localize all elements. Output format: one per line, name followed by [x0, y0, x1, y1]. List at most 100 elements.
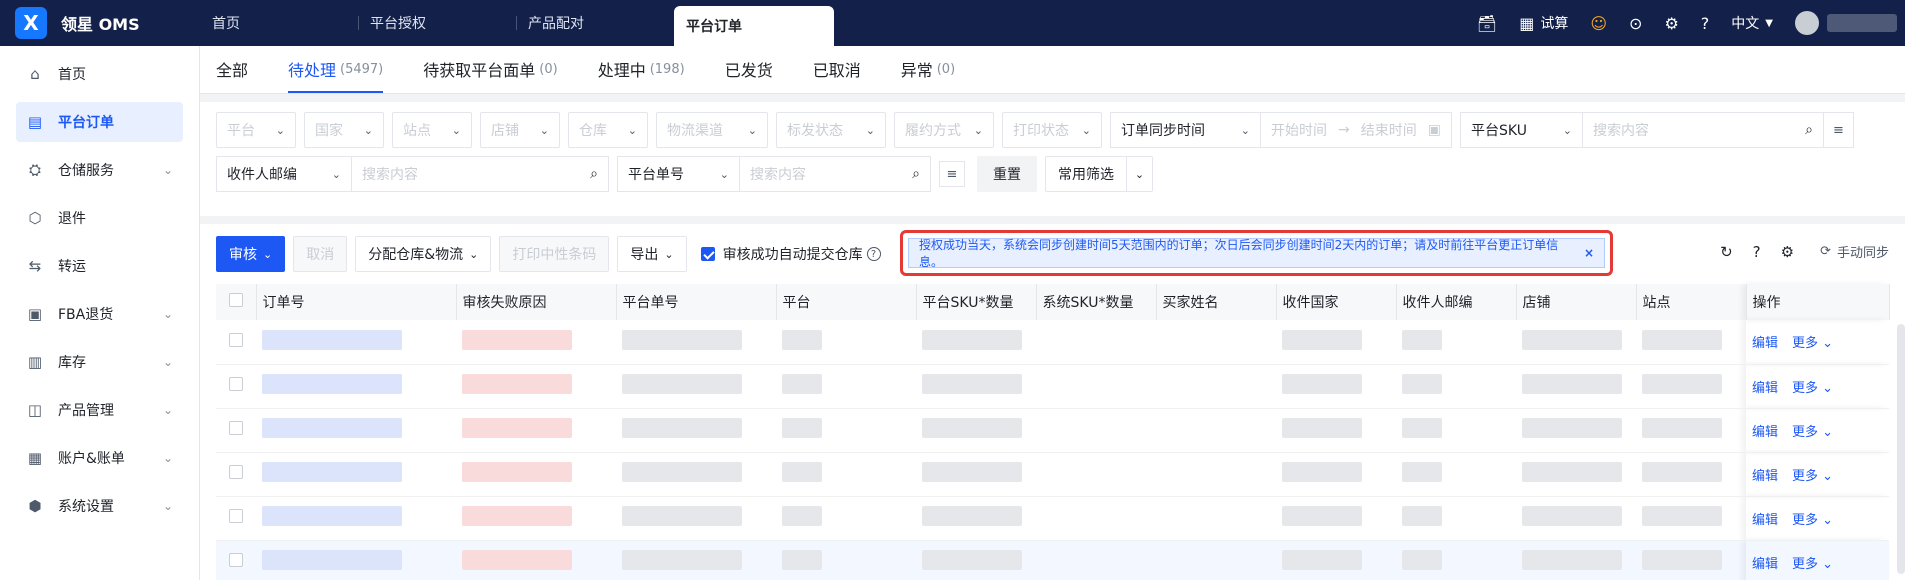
fulfill-method-select[interactable]: 履约方式 ⌄ — [894, 112, 994, 148]
auto-submit-toggle[interactable]: 审核成功自动提交仓库 ? — [700, 244, 881, 264]
more-link[interactable]: 更多 ⌄ — [1792, 377, 1833, 396]
more-link[interactable]: 更多 ⌄ — [1792, 553, 1833, 572]
reset-button[interactable]: 重置 — [977, 156, 1037, 192]
sku-search-input[interactable]: 搜索内容 ⌕ — [1583, 113, 1823, 147]
edit-link[interactable]: 编辑 — [1752, 377, 1778, 396]
col-audit-fail-reason[interactable]: 审核失败原因 — [456, 284, 617, 320]
platform-select[interactable]: 平台 ⌄ — [216, 112, 296, 148]
print-status-select[interactable]: 打印状态 ⌄ — [1002, 112, 1102, 148]
sidebar-item-returns[interactable]: ⬡ 退件 — [16, 198, 183, 238]
column-settings-icon[interactable]: ⚙ — [1781, 243, 1794, 261]
col-shop[interactable]: 店铺 — [1516, 284, 1637, 320]
app-logo[interactable]: X 领星 OMS — [0, 0, 200, 46]
help-icon[interactable]: ? — [866, 247, 881, 261]
sidebar-item-inventory[interactable]: ▥ 库存 ⌄ — [16, 342, 183, 382]
time-type-select[interactable]: 订单同步时间 ⌄ — [1111, 113, 1261, 147]
site-select[interactable]: 站点 ⌄ — [392, 112, 472, 148]
settings-icon[interactable]: ⚙ — [1664, 14, 1678, 33]
table-scrollbar[interactable] — [1897, 324, 1905, 574]
sidebar-item-account-billing[interactable]: ▦ 账户&账单 ⌄ — [16, 438, 183, 478]
col-platform-order-no[interactable]: 平台单号 — [616, 284, 777, 320]
country-select[interactable]: 国家 ⌄ — [304, 112, 384, 148]
sidebar-item-system-settings[interactable]: ⬢ 系统设置 ⌄ — [16, 486, 183, 526]
col-system-sku-qty[interactable]: 系统SKU*数量 — [1036, 284, 1157, 320]
table-row[interactable]: 编辑 更多 ⌄ — [216, 364, 1889, 409]
search-icon[interactable]: ⌕ — [1805, 122, 1813, 138]
col-buyer-name[interactable]: 买家姓名 — [1156, 284, 1277, 320]
col-site[interactable]: 站点 — [1636, 284, 1747, 320]
row-checkbox[interactable] — [229, 465, 243, 479]
row-checkbox[interactable] — [229, 509, 243, 523]
postcode-type-select[interactable]: 收件人邮编 ⌄ — [217, 157, 352, 191]
logistics-select[interactable]: 物流渠道 ⌄ — [656, 112, 768, 148]
more-link[interactable]: 更多 ⌄ — [1792, 509, 1833, 528]
table-row[interactable]: 编辑 更多 ⌄ — [216, 408, 1889, 453]
batch-search-icon[interactable]: ≡ — [939, 161, 965, 187]
assign-warehouse-logistics-button[interactable]: 分配仓库&物流 ⌄ — [355, 236, 492, 272]
print-neutral-barcode-button[interactable]: 打印中性条码 — [499, 236, 610, 272]
help-icon[interactable]: ? — [1753, 243, 1761, 261]
date-range-picker[interactable]: 开始时间 → 结束时间 ▣ — [1261, 113, 1451, 147]
sidebar-item-fba-returns[interactable]: ▣ FBA退货 ⌄ — [16, 294, 183, 334]
tab-awaiting-label[interactable]: 待获取平台面单 (0) — [423, 45, 557, 93]
sidebar-item-transfer[interactable]: ⇆ 转运 — [16, 246, 183, 286]
more-link[interactable]: 更多 ⌄ — [1792, 465, 1833, 484]
sidebar-item-home[interactable]: ⌂ 首页 — [16, 54, 183, 94]
edit-link[interactable]: 编辑 — [1752, 553, 1778, 572]
auto-submit-checkbox[interactable] — [700, 247, 715, 261]
top-tab-product-pairing[interactable]: 产品配对 — [516, 0, 674, 46]
language-select[interactable]: 中文 ▼ — [1731, 13, 1773, 33]
shop-select[interactable]: 店铺 ⌄ — [480, 112, 560, 148]
manual-sync-button[interactable]: ⟳ 手动同步 — [1814, 242, 1889, 261]
select-all-checkbox[interactable] — [228, 293, 243, 307]
tab-pending[interactable]: 待处理 (5497) — [288, 45, 384, 93]
top-tab-home[interactable]: 首页 — [200, 0, 358, 46]
audit-button[interactable]: 审核 ⌄ — [216, 236, 286, 272]
batch-search-icon[interactable]: ≡ — [1823, 113, 1853, 147]
chevron-down-icon[interactable]: ⌄ — [1126, 157, 1152, 191]
col-platform-sku-qty[interactable]: 平台SKU*数量 — [916, 284, 1037, 320]
row-checkbox[interactable] — [229, 377, 243, 391]
avatar[interactable] — [1795, 11, 1819, 35]
sidebar-item-platform-orders[interactable]: ▤ 平台订单 — [16, 102, 183, 142]
more-link[interactable]: 更多 ⌄ — [1792, 421, 1833, 440]
order-no-search-input[interactable]: 搜索内容 ⌕ — [740, 157, 930, 191]
edit-link[interactable]: 编辑 — [1752, 509, 1778, 528]
col-platform[interactable]: 平台 — [776, 284, 917, 320]
top-tab-platform-auth[interactable]: 平台授权 — [358, 0, 516, 46]
common-filter-button[interactable]: 常用筛选 ⌄ — [1045, 156, 1153, 192]
edit-link[interactable]: 编辑 — [1752, 421, 1778, 440]
col-recipient-country[interactable]: 收件国家 — [1276, 284, 1397, 320]
tab-processing[interactable]: 处理中 (198) — [598, 45, 685, 93]
row-checkbox[interactable] — [229, 332, 243, 347]
col-recipient-postcode[interactable]: 收件人邮编 — [1396, 284, 1517, 320]
row-checkbox[interactable] — [229, 553, 243, 567]
export-button[interactable]: 导出 ⌄ — [617, 236, 687, 272]
trial-calc-button[interactable]: ▦ 试算 — [1519, 13, 1568, 33]
edit-link[interactable]: 编辑 — [1752, 332, 1778, 351]
row-checkbox[interactable] — [229, 421, 243, 435]
sku-type-select[interactable]: 平台SKU ⌄ — [1461, 113, 1583, 147]
download-icon[interactable]: ⊙ — [1629, 14, 1642, 33]
search-icon[interactable]: ⌕ — [590, 166, 598, 182]
tab-exception[interactable]: 异常 (0) — [901, 45, 955, 93]
tab-cancelled[interactable]: 已取消 — [813, 45, 861, 93]
refresh-icon[interactable]: ↻ — [1720, 243, 1733, 261]
tab-shipped[interactable]: 已发货 — [725, 45, 773, 93]
table-row[interactable]: 编辑 更多 ⌄ — [216, 540, 1889, 580]
table-row[interactable]: 编辑 更多 ⌄ — [216, 496, 1889, 541]
table-row[interactable]: 编辑 更多 ⌄ — [216, 452, 1889, 497]
robot-icon[interactable]: ☺ — [1590, 14, 1607, 33]
search-icon[interactable]: ⌕ — [912, 166, 920, 182]
edit-link[interactable]: 编辑 — [1752, 465, 1778, 484]
top-tab-platform-orders[interactable]: 平台订单 — [674, 6, 834, 46]
help-icon[interactable]: ? — [1701, 14, 1710, 33]
sidebar-item-product-management[interactable]: ◫ 产品管理 ⌄ — [16, 390, 183, 430]
close-icon[interactable]: × — [1584, 246, 1594, 260]
tab-all[interactable]: 全部 — [216, 45, 248, 93]
label-status-select[interactable]: 标发状态 ⌄ — [776, 112, 886, 148]
inbox-icon[interactable]: 🗃 — [1477, 14, 1497, 33]
warehouse-select[interactable]: 仓库 ⌄ — [568, 112, 648, 148]
sidebar-item-warehouse-service[interactable]: ⛭ 仓储服务 ⌄ — [16, 150, 183, 190]
table-row[interactable]: 编辑 更多 ⌄ — [216, 320, 1889, 365]
